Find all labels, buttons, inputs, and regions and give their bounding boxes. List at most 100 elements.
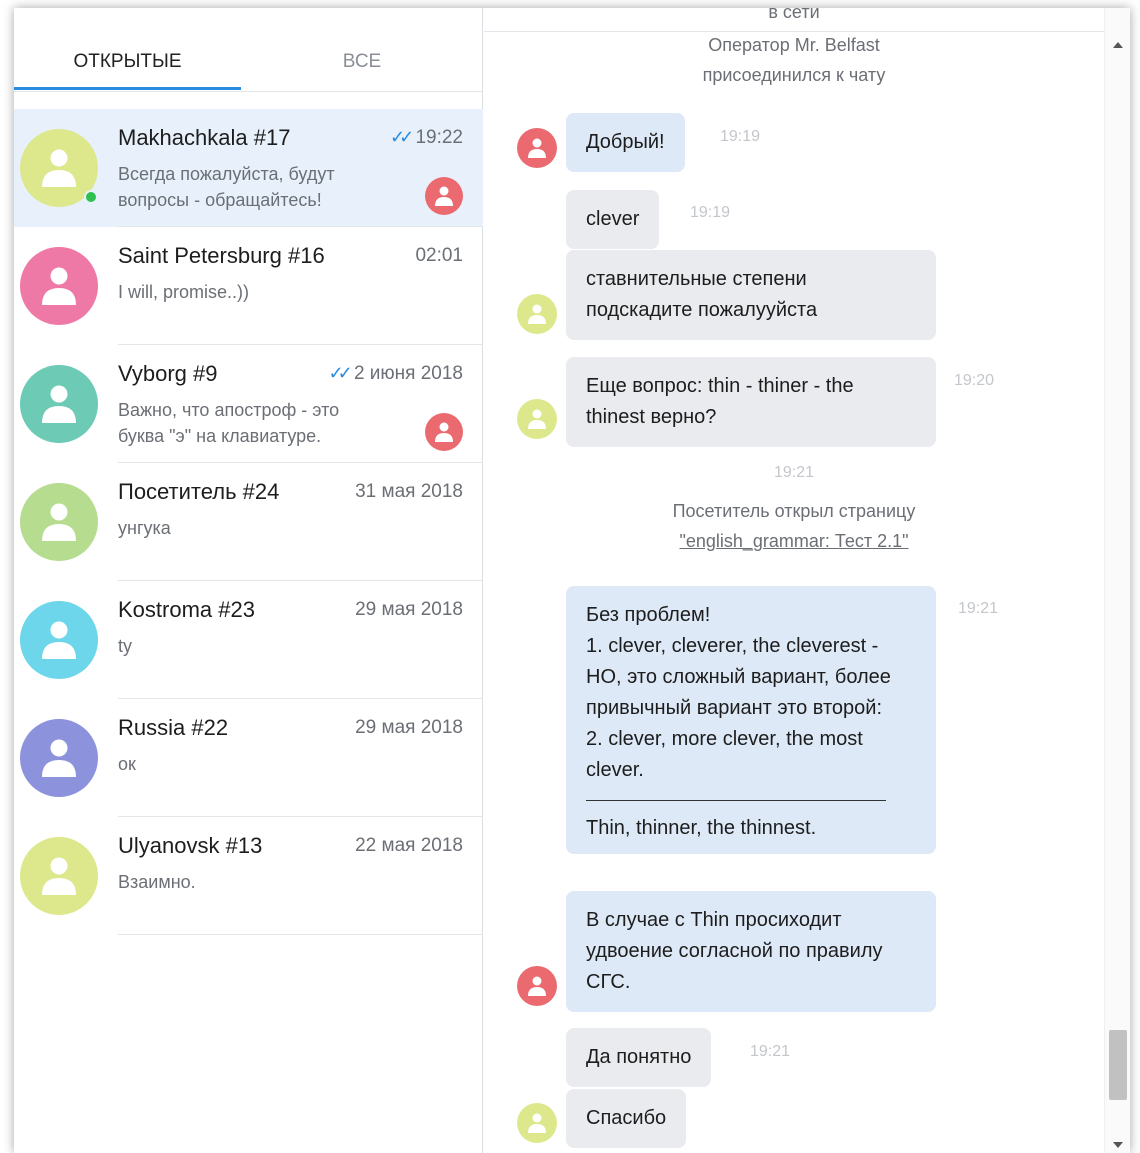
user-icon [528,409,546,429]
conversation-scrollbar[interactable] [1104,8,1130,1153]
chat-list-item[interactable]: Vyborg #9 ✓✓ 2 июня 2018 Важно, что апостр… [14,345,483,463]
message-bubble: ставнительные степени подскадите пожалуу… [566,250,936,340]
message-time: 19:21 [958,600,999,617]
user-icon [42,739,76,777]
message-time: 19:21 [750,1043,791,1060]
message-time: 19:20 [954,372,995,389]
operator-joined-line2: присоединился к чату [702,65,886,85]
scroll-down-arrow-icon[interactable] [1113,1142,1123,1148]
chat-preview: Взаимно. [118,872,196,892]
chat-app-window: ОТКРЫТЫЕ ВСЕ Makhachkala #17 ✓✓ 19:22 Всег… [14,8,1130,1153]
chat-time: 29 мая 2018 [355,599,463,621]
active-tab-indicator [14,87,241,90]
divider [118,934,483,935]
page-visit-text: Посетитель открыл страницу [672,501,916,521]
message-line: Thin, thinner, the thinnest. [586,817,817,839]
chat-time-text: 2 июня 2018 [353,363,463,384]
message-bubble: Без проблем! 1. clever, cleverer, the cl… [566,586,936,854]
visitor-avatar [517,399,557,439]
chat-name: Kostroma #23 [118,597,255,622]
chat-time-text: 31 мая 2018 [355,481,463,502]
user-icon [528,1113,546,1133]
chat-tabs: ОТКРЫТЫЕ ВСЕ [14,8,483,92]
user-icon [42,503,76,541]
operator-avatar [517,966,557,1006]
chat-list-item[interactable]: Russia #22 29 мая 2018 ок [14,699,483,817]
user-icon [42,149,76,187]
visitor-avatar [20,365,98,443]
tab-open[interactable]: ОТКРЫТЫЕ [14,8,241,92]
message-bubble: Еще вопрос: thin - thiner - the thinest … [566,357,936,447]
chat-list-item[interactable]: Makhachkala #17 ✓✓ 19:22 Всегда пожалуйста… [14,109,483,227]
message-line: Без проблем! [586,604,711,626]
chat-time-text: 02:01 [415,245,463,266]
tab-all[interactable]: ВСЕ [241,8,483,92]
operator-reply-icon [425,177,463,215]
double-check-icon: ✓✓ [390,127,414,147]
double-check-icon: ✓✓ [328,363,353,383]
chat-name: Посетитель #24 [118,479,280,504]
chat-time: 31 мая 2018 [355,481,463,503]
user-icon [528,138,546,158]
user-icon [42,385,76,423]
message-line: 1. clever, cleverer, the cleverest - НО,… [586,635,891,719]
message-time: 19:19 [720,128,761,145]
message-bubble: Спасибо [566,1089,687,1148]
chat-time: ✓✓ 2 июня 2018 [329,363,464,385]
chat-preview: Важно, что апостроф - это буква "э" на к… [118,400,340,446]
chat-time: 02:01 [415,245,463,267]
chat-time-text: 29 мая 2018 [355,717,463,738]
visitor-avatar [517,294,557,334]
chat-preview: ок [118,754,136,774]
visitor-avatar [20,247,98,325]
separator-line [586,800,886,801]
user-icon [42,621,76,659]
operator-joined-notice: Оператор Mr. Belfast присоединился к чат… [484,30,1104,90]
message-line: 2. clever, more clever, the most clever. [586,728,863,781]
message-bubble: Да понятно [566,1028,712,1087]
visited-page-link[interactable]: "english_grammar: Тест 2.1" [679,531,908,551]
message-bubble: clever [566,190,660,249]
system-event-time: 19:21 [773,464,815,481]
chat-time-text: 29 мая 2018 [355,599,463,620]
message-bubble: В случае с Thin просиходит удвоение согл… [566,891,936,1012]
chat-preview: Всегда пожалуйста, будут вопросы - обращ… [118,164,335,210]
scroll-up-arrow-icon[interactable] [1113,42,1123,48]
chat-time: ✓✓ 19:22 [390,127,463,149]
chat-time: 29 мая 2018 [355,717,463,739]
chat-preview: I will, promise..)) [118,282,250,302]
online-status-dot [84,190,98,204]
message-time: 19:19 [690,204,731,221]
visitor-avatar [20,719,98,797]
user-icon [42,267,76,305]
user-icon [528,304,546,324]
user-icon [42,857,76,895]
visitor-avatar [517,1103,557,1143]
visitor-avatar [20,837,98,915]
operator-avatar [517,128,557,168]
chat-list-item[interactable]: Kostroma #23 29 мая 2018 ty [14,581,483,699]
page-visit-notice: Посетитель открыл страницу "english_gram… [484,496,1104,556]
scrollbar-thumb[interactable] [1109,1030,1127,1100]
conversation-panel: в сети Оператор Mr. Belfast присоединилс… [484,8,1130,1153]
chat-name: Russia #22 [118,715,229,740]
visitor-avatar [20,601,98,679]
user-icon [528,976,546,996]
chat-list-item[interactable]: Saint Petersburg #16 02:01 I will, promise… [14,227,483,345]
operator-reply-icon [425,413,463,451]
chat-list: Makhachkala #17 ✓✓ 19:22 Всегда пожалуйста… [14,109,483,935]
chat-list-item[interactable]: Ulyanovsk #13 22 мая 2018 Взаимно. [14,817,483,935]
chat-list-panel: ОТКРЫТЫЕ ВСЕ Makhachkala #17 ✓✓ 19:22 Всег… [14,8,483,1153]
visitor-avatar [20,483,98,561]
operator-joined-line1: Оператор Mr. Belfast [708,35,880,55]
conversation-header: в сети [484,8,1104,32]
chat-time: 22 мая 2018 [355,835,463,857]
chat-name: Makhachkala #17 [118,125,291,150]
visitor-status: в сети [768,8,820,22]
chat-list-item[interactable]: Посетитель #24 31 мая 2018 унгука [14,463,483,581]
chat-time-text: 22 мая 2018 [355,835,463,856]
chat-name: Vyborg #9 [118,361,218,386]
chat-name: Ulyanovsk #13 [118,833,263,858]
chat-preview: ty [118,636,133,656]
chat-name: Saint Petersburg #16 [118,243,325,268]
